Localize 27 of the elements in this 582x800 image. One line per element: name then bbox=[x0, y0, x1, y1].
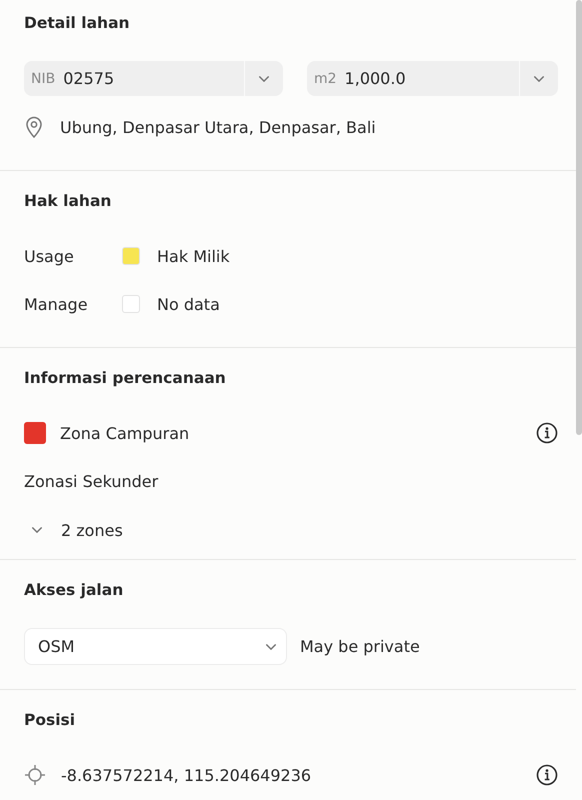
chevron-down-icon bbox=[32, 527, 42, 533]
subheading: Zonasi Sekunder bbox=[24, 472, 158, 490]
row-value: Hak Milik bbox=[157, 246, 230, 266]
address-text: Ubung, Denpasar Utara, Denpasar, Bali bbox=[60, 118, 376, 136]
chevron-down-icon bbox=[266, 644, 276, 650]
row-value: No data bbox=[157, 294, 220, 314]
chevron-down-icon bbox=[534, 76, 544, 82]
section-title: Informasi perencanaan bbox=[24, 368, 227, 389]
section-title: Posisi bbox=[24, 710, 76, 731]
select-field[interactable]: OSM bbox=[24, 628, 287, 665]
row-label: Usage bbox=[24, 246, 75, 266]
section-title: Hak lahan bbox=[24, 191, 112, 212]
coordinates-text: -8.637572214, 115.204649236 bbox=[61, 766, 312, 784]
expand-toggle[interactable]: 2 zones bbox=[24, 516, 123, 544]
section-title: Detail lahan bbox=[24, 13, 131, 34]
section-title: Akses jalan bbox=[24, 580, 124, 601]
dropdown-field[interactable]: m2 1,000.0 bbox=[307, 61, 558, 96]
dropdown-field[interactable]: NIB 02575 bbox=[24, 61, 283, 96]
chevron-down-icon bbox=[259, 76, 269, 82]
row-label: Manage bbox=[24, 294, 89, 314]
scrollbar[interactable] bbox=[576, 0, 582, 435]
info-icon[interactable] bbox=[536, 422, 558, 444]
info-icon[interactable] bbox=[536, 764, 558, 786]
location-pin-icon bbox=[24, 115, 44, 139]
zone-name: Zona Campuran bbox=[60, 424, 190, 442]
crosshair-icon bbox=[24, 764, 46, 786]
note-text: May be private bbox=[300, 637, 420, 656]
